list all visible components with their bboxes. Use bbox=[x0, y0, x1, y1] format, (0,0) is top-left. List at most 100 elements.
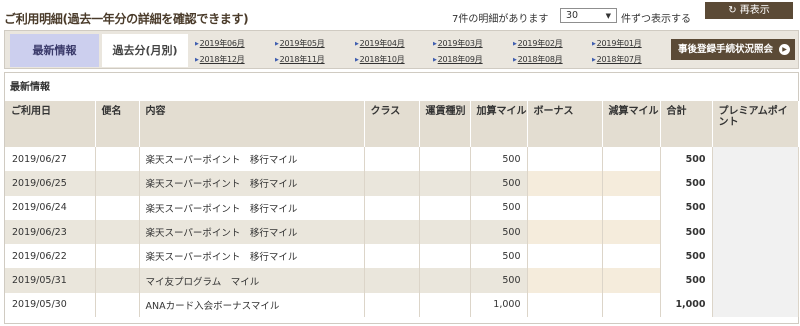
cell-class bbox=[364, 292, 420, 318]
column-header-class: クラス bbox=[364, 101, 420, 147]
triangle-right-icon: ▶ bbox=[195, 57, 199, 63]
cell-date: 2019/06/27 bbox=[5, 147, 96, 172]
result-count-text: 7件の明細があります bbox=[452, 14, 549, 25]
month-link-2018-07[interactable]: ▶2018年07月 bbox=[592, 54, 642, 65]
triangle-right-icon: ▶ bbox=[592, 41, 596, 47]
status-inquiry-button[interactable]: 事後登録手続状況照会 ▶ bbox=[671, 39, 795, 60]
cell-fare-type bbox=[419, 147, 471, 172]
cell-premium-points bbox=[712, 219, 799, 245]
column-header-date: ご利用日 bbox=[5, 101, 96, 147]
table-row: 2019/06/22 楽天スーパーポイント 移行マイル 500 500 bbox=[5, 244, 799, 269]
cell-bonus bbox=[527, 147, 603, 172]
month-link-2019-02[interactable]: ▶2019年02月 bbox=[513, 38, 563, 49]
cell-flight bbox=[95, 195, 140, 220]
cell-flight bbox=[95, 171, 140, 196]
cell-deducted-miles bbox=[602, 292, 661, 318]
cell-added-miles: 1,000 bbox=[470, 292, 528, 318]
column-header-added-miles: 加算マイル bbox=[470, 101, 528, 147]
month-link-2018-08[interactable]: ▶2018年08月 bbox=[513, 54, 563, 65]
cell-flight bbox=[95, 268, 140, 293]
table-row: 2019/05/31 マイ友プログラム マイル 500 500 bbox=[5, 268, 799, 293]
cell-class bbox=[364, 195, 420, 220]
cell-flight bbox=[95, 292, 140, 318]
table-row: 2019/06/27 楽天スーパーポイント 移行マイル 500 500 bbox=[5, 147, 799, 172]
cell-class bbox=[364, 268, 420, 293]
triangle-right-icon: ▶ bbox=[433, 57, 437, 63]
column-header-deducted-miles: 減算マイル bbox=[602, 101, 661, 147]
cell-fare-type bbox=[419, 292, 471, 318]
table-row: 2019/06/23 楽天スーパーポイント 移行マイル 500 500 bbox=[5, 219, 799, 245]
tab-latest[interactable]: 最新情報 bbox=[10, 34, 99, 67]
cell-fare-type bbox=[419, 268, 471, 293]
cell-premium-points bbox=[712, 292, 799, 318]
cell-content: 楽天スーパーポイント 移行マイル bbox=[139, 147, 365, 172]
cell-added-miles: 500 bbox=[470, 244, 528, 269]
page-header: ご利用明細(過去一年分の詳細を確認できます) 7件の明細があります 30 ▼ 件… bbox=[0, 0, 800, 26]
month-link-2018-10[interactable]: ▶2018年10月 bbox=[355, 54, 405, 65]
table-row: 2019/05/30 ANAカード入会ボーナスマイル 1,000 1,000 bbox=[5, 292, 799, 318]
month-link-2019-06[interactable]: ▶2019年06月 bbox=[195, 38, 245, 49]
cell-flight bbox=[95, 147, 140, 172]
tab-bar: 最新情報 過去分(月別) ▶2019年06月 ▶2018年12月 ▶2019年0… bbox=[4, 30, 799, 69]
month-link-2018-09[interactable]: ▶2018年09月 bbox=[433, 54, 483, 65]
cell-date: 2019/06/22 bbox=[5, 244, 96, 269]
month-link-2018-12[interactable]: ▶2018年12月 bbox=[195, 54, 245, 65]
cell-bonus bbox=[527, 195, 603, 220]
cell-fare-type bbox=[419, 244, 471, 269]
cell-class bbox=[364, 147, 420, 172]
cell-content: 楽天スーパーポイント 移行マイル bbox=[139, 171, 365, 196]
usage-panel: 最新情報 ご利用日 便名 内容 クラス 運賃種別 加算マイル ボーナス 減算マイ… bbox=[4, 72, 799, 324]
triangle-right-icon: ▶ bbox=[513, 41, 517, 47]
cell-deducted-miles bbox=[602, 219, 661, 245]
section-label: 最新情報 bbox=[10, 82, 50, 93]
column-header-flight: 便名 bbox=[95, 101, 140, 147]
cell-deducted-miles bbox=[602, 171, 661, 196]
cell-total: 1,000 bbox=[660, 292, 713, 318]
tab-past-monthly[interactable]: 過去分(月別) bbox=[102, 34, 188, 67]
month-link-2019-04[interactable]: ▶2019年04月 bbox=[355, 38, 405, 49]
cell-total: 500 bbox=[660, 268, 713, 293]
cell-total: 500 bbox=[660, 147, 713, 172]
cell-fare-type bbox=[419, 219, 471, 245]
column-header-premium-points: プレミアムポイント bbox=[712, 101, 799, 147]
cell-bonus bbox=[527, 171, 603, 196]
column-header-total: 合計 bbox=[660, 101, 713, 147]
cell-total: 500 bbox=[660, 244, 713, 269]
triangle-right-icon: ▶ bbox=[592, 57, 596, 63]
month-link-2019-05[interactable]: ▶2019年05月 bbox=[275, 38, 325, 49]
table-row: 2019/06/25 楽天スーパーポイント 移行マイル 500 500 bbox=[5, 171, 799, 196]
cell-content: ANAカード入会ボーナスマイル bbox=[139, 292, 365, 318]
month-link-2018-11[interactable]: ▶2018年11月 bbox=[275, 54, 325, 65]
cell-total: 500 bbox=[660, 195, 713, 220]
per-page-select[interactable]: 30 ▼ bbox=[560, 8, 617, 23]
refresh-button[interactable]: ↻ 再表示 bbox=[705, 2, 793, 19]
cell-bonus bbox=[527, 268, 603, 293]
cell-added-miles: 500 bbox=[470, 219, 528, 245]
month-link-2019-01[interactable]: ▶2019年01月 bbox=[592, 38, 642, 49]
cell-date: 2019/06/24 bbox=[5, 195, 96, 220]
cell-deducted-miles bbox=[602, 268, 661, 293]
cell-bonus bbox=[527, 244, 603, 269]
column-header-fare-type: 運賃種別 bbox=[419, 101, 471, 147]
chevron-down-icon: ▼ bbox=[605, 12, 611, 20]
cell-fare-type bbox=[419, 171, 471, 196]
triangle-right-icon: ▶ bbox=[355, 41, 359, 47]
arrow-right-circle-icon: ▶ bbox=[779, 44, 790, 55]
cell-premium-points bbox=[712, 147, 799, 172]
status-inquiry-label: 事後登録手続状況照会 bbox=[678, 44, 774, 55]
cell-premium-points bbox=[712, 171, 799, 196]
cell-added-miles: 500 bbox=[470, 195, 528, 220]
cell-premium-points bbox=[712, 244, 799, 269]
column-header-bonus: ボーナス bbox=[527, 101, 603, 147]
cell-class bbox=[364, 171, 420, 196]
per-page-value: 30 bbox=[566, 10, 579, 21]
month-link-2019-03[interactable]: ▶2019年03月 bbox=[433, 38, 483, 49]
usage-table: ご利用日 便名 内容 クラス 運賃種別 加算マイル ボーナス 減算マイル 合計 … bbox=[5, 101, 799, 318]
cell-total: 500 bbox=[660, 219, 713, 245]
cell-class bbox=[364, 219, 420, 245]
cell-added-miles: 500 bbox=[470, 147, 528, 172]
cell-premium-points bbox=[712, 268, 799, 293]
cell-deducted-miles bbox=[602, 244, 661, 269]
triangle-right-icon: ▶ bbox=[433, 41, 437, 47]
cell-content: マイ友プログラム マイル bbox=[139, 268, 365, 293]
